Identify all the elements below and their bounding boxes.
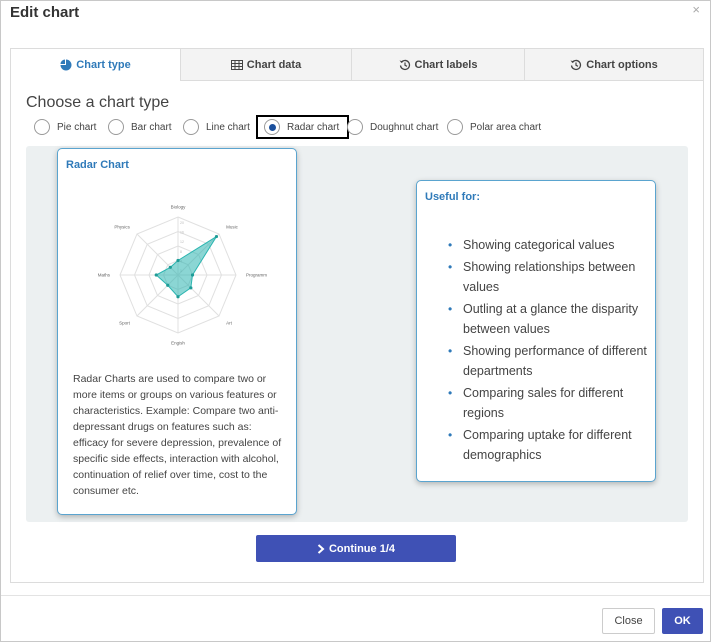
tab-chart-options[interactable]: Chart options <box>524 49 703 81</box>
tab-bar: Chart type Chart data Chart labels Chart… <box>11 49 703 81</box>
radio-button[interactable] <box>347 119 363 135</box>
list-item: Showing performance of different departm… <box>448 341 648 382</box>
useful-for-list: Showing categorical values Showing relat… <box>448 235 648 467</box>
history-icon <box>399 59 410 70</box>
radar-category-label: Engish <box>171 341 185 346</box>
radar-category-label: Biology <box>171 205 187 210</box>
tab-label: Chart type <box>76 58 131 71</box>
tab-label: Chart data <box>246 58 302 71</box>
radio-button[interactable] <box>34 119 50 135</box>
list-item: Outling at a glance the disparity betwee… <box>448 299 648 340</box>
history-icon <box>570 59 582 70</box>
list-item: Comparing uptake for different demograph… <box>448 425 648 466</box>
radio-label: Doughnut chart <box>370 121 439 133</box>
ok-button[interactable]: OK <box>662 608 703 634</box>
radar-tick-label: 16 <box>180 231 184 235</box>
chart-type-radio-group: Pie chart Bar chart Line chart Radar cha… <box>34 115 694 139</box>
radio-label: Bar chart <box>131 121 172 133</box>
continue-button[interactable]: Continue 1/4 <box>256 535 456 562</box>
useful-for-title: Useful for: <box>425 191 480 203</box>
chart-preview-card: Radar Chart 148121620BiologyMusicProgram… <box>57 148 297 515</box>
radar-category-label: Maths <box>98 273 111 278</box>
chart-type-preview-area: Radar Chart 148121620BiologyMusicProgram… <box>26 146 688 522</box>
radio-bar-chart[interactable]: Bar chart <box>108 118 172 136</box>
radar-data-point <box>166 283 170 287</box>
pie-chart-icon <box>60 59 72 70</box>
radio-label: Line chart <box>206 121 250 133</box>
list-item: Showing relationships between values <box>448 257 648 298</box>
radar-tick-label: 20 <box>180 221 184 225</box>
radar-category-label: Programm <box>246 273 267 278</box>
radar-data-point <box>154 273 158 277</box>
radio-polar-area-chart[interactable]: Polar area chart <box>447 118 541 136</box>
radar-category-label: Music <box>226 224 239 229</box>
radio-button[interactable] <box>264 119 280 135</box>
radar-chart-preview: 148121620BiologyMusicProgrammArtEngishSp… <box>98 205 268 346</box>
radio-doughnut-chart[interactable]: Doughnut chart <box>347 118 438 136</box>
preview-title: Radar Chart <box>66 159 129 171</box>
radar-category-label: Sport <box>119 321 131 326</box>
radar-data-point <box>168 265 172 269</box>
tab-chart-type[interactable]: Chart type <box>11 49 180 81</box>
chart-editor-panel: Chart type Chart data Chart labels Chart… <box>10 48 704 583</box>
radar-data-point <box>214 234 219 239</box>
radio-label: Pie chart <box>57 121 97 133</box>
footer-divider <box>1 595 710 596</box>
list-item: Comparing sales for different regions <box>448 383 648 424</box>
radar-category-label: Physics <box>114 224 130 229</box>
edit-chart-dialog: Edit chart × Chart type Chart data Chart… <box>0 0 711 642</box>
radio-button[interactable] <box>108 119 124 135</box>
radar-tick-label: 8 <box>180 250 182 254</box>
radar-data-point <box>176 258 180 263</box>
radar-data-point <box>176 295 180 299</box>
tab-chart-data[interactable]: Chart data <box>180 49 351 81</box>
radar-data-point <box>190 273 195 277</box>
radio-button[interactable] <box>183 119 199 135</box>
radio-label: Polar area chart <box>470 121 542 133</box>
tab-label: Chart options <box>586 58 658 71</box>
close-icon[interactable]: × <box>692 2 700 17</box>
list-item: Showing categorical values <box>448 235 648 256</box>
radio-button[interactable] <box>447 119 463 135</box>
dialog-title: Edit chart <box>10 4 80 21</box>
tab-chart-labels[interactable]: Chart labels <box>351 49 524 81</box>
chevron-right-icon <box>317 543 325 554</box>
radio-selected-dot <box>268 123 276 131</box>
radio-pie-chart[interactable]: Pie chart <box>34 118 96 136</box>
radar-data-point <box>189 286 193 290</box>
radar-category-label: Art <box>226 321 233 326</box>
radio-radar-chart[interactable]: Radar chart <box>256 115 350 139</box>
radio-label: Radar chart <box>287 121 340 133</box>
useful-for-card: Useful for: Showing categorical values S… <box>416 180 656 482</box>
preview-description: Radar Charts are used to compare two or … <box>73 373 282 497</box>
choose-chart-type-heading: Choose a chart type <box>26 94 170 111</box>
close-button[interactable]: Close <box>602 608 655 634</box>
table-icon <box>230 59 243 70</box>
radio-line-chart[interactable]: Line chart <box>183 118 250 136</box>
radar-tick-label: 12 <box>180 240 184 244</box>
continue-label: Continue 1/4 <box>328 542 395 555</box>
tab-label: Chart labels <box>414 58 478 71</box>
